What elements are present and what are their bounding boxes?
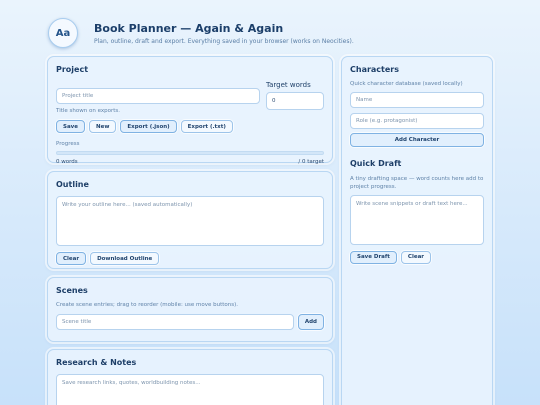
save-draft-button[interactable]: Save Draft (350, 250, 397, 264)
outline-textarea[interactable]: Write your outline here... (saved automa… (56, 196, 324, 246)
app-logo: Aa (48, 18, 78, 48)
scene-title-input[interactable]: Scene title (56, 314, 294, 330)
outline-heading: Outline (56, 180, 89, 189)
download-outline-button[interactable]: Download Outline (90, 252, 160, 265)
outline-card: Outline Write your outline here... (save… (47, 171, 333, 269)
app-title: Book Planner — Again & Again (94, 21, 284, 35)
progress-bar (56, 151, 324, 155)
research-textarea[interactable]: Save research links, quotes, worldbuildi… (56, 374, 324, 405)
quick-draft-hint: A tiny drafting space — word counts here… (350, 176, 484, 191)
progress-label: Progress (56, 141, 80, 147)
clear-draft-button[interactable]: Clear (400, 250, 431, 264)
research-card: Research & Notes Save research links, qu… (47, 349, 333, 405)
scenes-hint: Create scene entries; drag to reorder (m… (56, 302, 239, 308)
quick-draft-heading: Quick Draft (350, 159, 402, 168)
scenes-card: Scenes Create scene entries; drag to reo… (47, 277, 333, 342)
new-project-button[interactable]: New (89, 120, 117, 133)
quick-draft-textarea[interactable]: Write scene snippets or draft text here.… (350, 194, 484, 245)
target-words-input[interactable]: 0 (266, 92, 324, 110)
target-count: / 0 target (298, 159, 324, 165)
research-heading: Research & Notes (56, 358, 137, 367)
characters-hint: Quick character database (saved locally) (350, 81, 463, 87)
characters-heading: Characters (350, 65, 400, 74)
app-header: Aa Book Planner — Again & Again Plan, ou… (48, 18, 354, 48)
add-character-button[interactable]: Add Character (350, 133, 484, 147)
word-count: 0 words (56, 159, 78, 165)
project-heading: Project (56, 65, 89, 74)
project-title-input[interactable]: Project title (56, 88, 260, 104)
sidebar-card: Characters Quick character database (sav… (341, 56, 493, 405)
save-project-button[interactable]: Save (56, 120, 85, 133)
app-subtitle: Plan, outline, draft and export. Everyth… (94, 37, 354, 45)
character-name-input[interactable]: Name (350, 92, 484, 108)
character-role-input[interactable]: Role (e.g. protagonist) (350, 113, 484, 129)
export-json-button[interactable]: Export (.json) (120, 120, 177, 133)
project-card: Project Project title Title shown on exp… (47, 56, 333, 165)
target-words-label: Target words (266, 81, 311, 89)
clear-outline-button[interactable]: Clear (56, 252, 87, 265)
add-scene-button[interactable]: Add (297, 314, 324, 330)
export-txt-button[interactable]: Export (.txt) (180, 120, 233, 133)
scenes-heading: Scenes (56, 286, 88, 295)
project-title-hint: Title shown on exports. (56, 108, 121, 114)
